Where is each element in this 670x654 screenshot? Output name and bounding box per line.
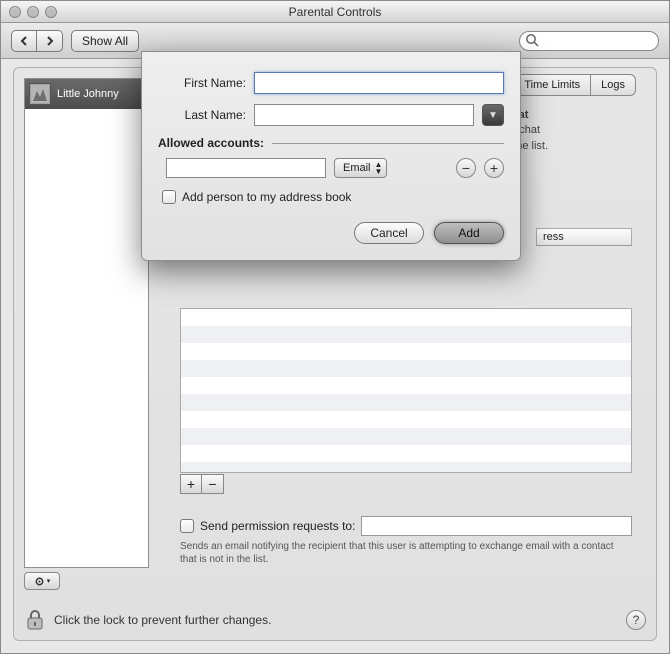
help-button[interactable]: ? xyxy=(626,610,646,630)
search-input[interactable] xyxy=(519,31,659,51)
add-label: Add xyxy=(458,226,479,240)
close-window-button[interactable] xyxy=(9,6,21,18)
zoom-window-button[interactable] xyxy=(45,6,57,18)
cancel-label: Cancel xyxy=(370,226,407,240)
add-contact-button[interactable]: + xyxy=(180,474,202,494)
popup-arrows-icon: ▲▼ xyxy=(375,161,383,175)
permission-email-field[interactable] xyxy=(361,516,632,536)
minimize-window-button[interactable] xyxy=(27,6,39,18)
add-to-address-book-row: Add person to my address book xyxy=(162,190,504,204)
forward-button[interactable] xyxy=(37,30,63,52)
show-all-label: Show All xyxy=(82,34,128,48)
lock-row: Click the lock to prevent further change… xyxy=(24,608,646,632)
account-address-field[interactable] xyxy=(166,158,326,178)
last-name-label: Last Name: xyxy=(158,108,246,122)
minus-icon: − xyxy=(208,476,216,492)
show-all-button[interactable]: Show All xyxy=(71,30,139,52)
gear-icon xyxy=(34,576,45,587)
add-person-sheet: First Name: Last Name: ▼ Allowed account… xyxy=(141,51,521,261)
tab-logs[interactable]: Logs xyxy=(591,74,636,96)
menu-chevron-icon: ▾ xyxy=(47,577,51,585)
nav-segmented xyxy=(11,30,63,52)
traffic-lights xyxy=(9,6,57,18)
add-to-address-book-label: Add person to my address book xyxy=(182,190,351,204)
sheet-buttons: Cancel Add xyxy=(158,222,504,244)
chevron-left-icon xyxy=(19,36,29,46)
add-button[interactable]: Add xyxy=(434,222,504,244)
account-type-popup[interactable]: Email ▲▼ xyxy=(334,158,387,178)
permission-checkbox[interactable] xyxy=(180,519,194,533)
sidebar: Little Johnny ▾ xyxy=(24,78,149,584)
user-list[interactable]: Little Johnny xyxy=(24,78,149,568)
chevron-right-icon xyxy=(45,36,55,46)
lock-text: Click the lock to prevent further change… xyxy=(54,613,271,627)
permission-request-row: Send permission requests to: xyxy=(180,516,632,536)
user-picture-icon xyxy=(31,85,49,103)
allowed-list-header: ress xyxy=(536,228,632,246)
question-icon: ? xyxy=(633,613,640,627)
user-row[interactable]: Little Johnny xyxy=(25,79,148,109)
add-account-button[interactable]: + xyxy=(484,158,504,178)
last-name-row: Last Name: ▼ xyxy=(158,104,504,126)
section-divider xyxy=(272,143,504,144)
lock-icon[interactable] xyxy=(24,608,46,632)
titlebar: Parental Controls xyxy=(1,1,669,23)
search-icon xyxy=(525,33,539,47)
tab-time-limits-label: Time Limits xyxy=(524,79,580,91)
cancel-button[interactable]: Cancel xyxy=(354,222,424,244)
first-name-label: First Name: xyxy=(158,76,246,90)
remove-contact-button[interactable]: − xyxy=(202,474,224,494)
tab-bar: Time Limits Logs xyxy=(513,74,636,96)
contact-card-toggle[interactable]: ▼ xyxy=(482,104,504,126)
remove-account-button[interactable]: − xyxy=(456,158,476,178)
allowed-contacts-list[interactable] xyxy=(180,308,632,473)
sidebar-action-menu[interactable]: ▾ xyxy=(24,572,60,590)
permission-note: Sends an email notifying the recipient t… xyxy=(180,540,632,566)
search-field-wrap xyxy=(519,31,659,51)
plus-icon: + xyxy=(187,476,195,492)
chevron-down-icon: ▼ xyxy=(488,110,498,121)
window-title: Parental Controls xyxy=(1,5,669,19)
user-name-label: Little Johnny xyxy=(57,88,119,100)
permission-label: Send permission requests to: xyxy=(200,519,355,533)
account-type-label: Email xyxy=(343,162,371,174)
chat-note-line1: nd chat xyxy=(504,123,624,138)
avatar xyxy=(29,83,51,105)
back-button[interactable] xyxy=(11,30,37,52)
last-name-field[interactable] xyxy=(254,104,474,126)
list-add-remove: + − xyxy=(180,474,224,494)
tab-logs-label: Logs xyxy=(601,79,625,91)
minus-icon: − xyxy=(462,160,470,176)
first-name-field[interactable] xyxy=(254,72,504,94)
chat-info: Chat nd chat o the list. xyxy=(504,108,624,154)
prefs-window: Parental Controls Show All xyxy=(0,0,670,654)
list-header-label: ress xyxy=(543,231,564,243)
section-label: Allowed accounts: xyxy=(158,136,264,150)
account-row: Email ▲▼ − + xyxy=(158,158,504,178)
allowed-accounts-section: Allowed accounts: xyxy=(158,136,504,150)
chat-heading: Chat xyxy=(504,108,624,123)
tab-time-limits[interactable]: Time Limits xyxy=(513,74,591,96)
add-to-address-book-checkbox[interactable] xyxy=(162,190,176,204)
chat-note-line2: o the list. xyxy=(504,139,624,154)
plus-icon: + xyxy=(490,160,498,176)
first-name-row: First Name: xyxy=(158,72,504,94)
